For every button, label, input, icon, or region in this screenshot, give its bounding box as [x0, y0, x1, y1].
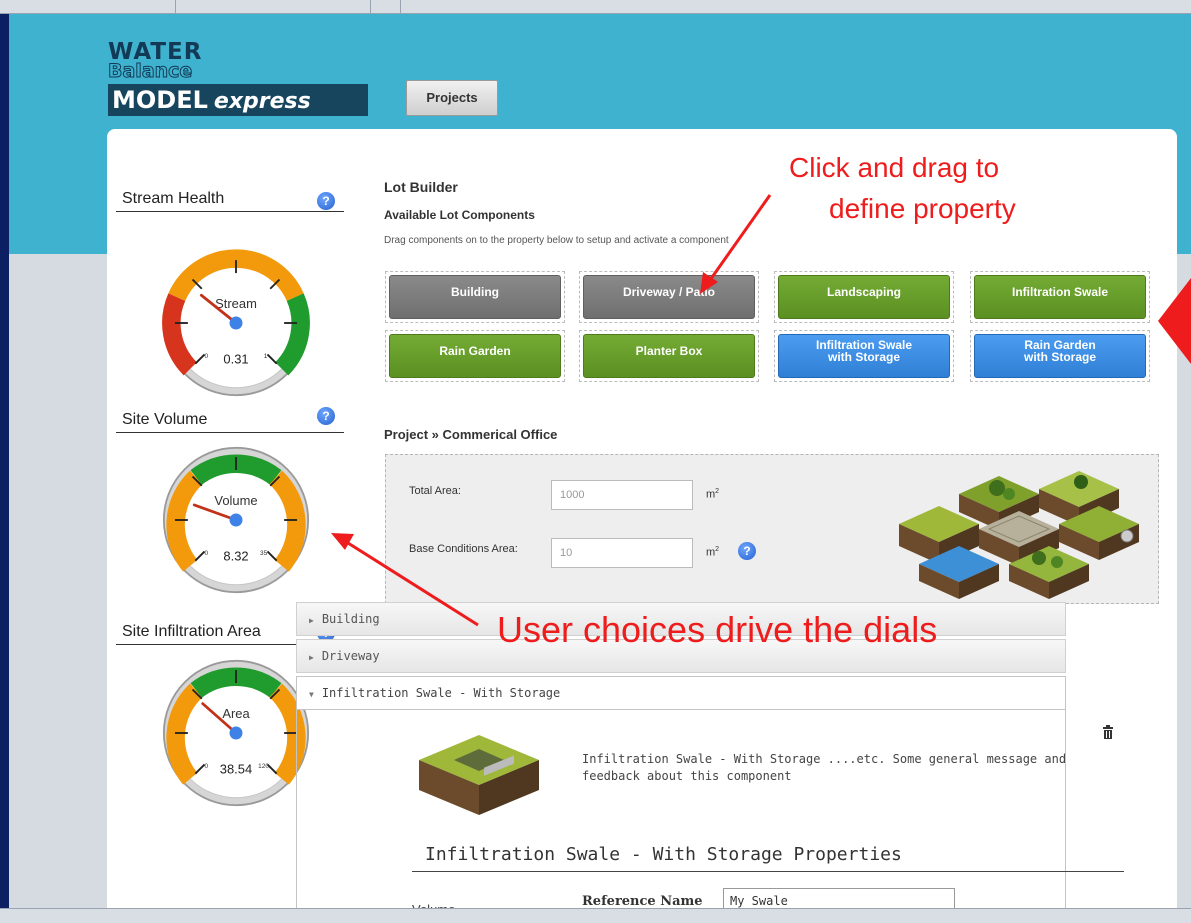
drag-arrow-line	[706, 194, 772, 284]
side-pointer-icon	[1158, 278, 1191, 364]
browser-status-bar	[0, 908, 1191, 923]
annotation-drag-line1: Click and drag to	[789, 152, 1000, 183]
drag-arrow-head	[700, 272, 718, 294]
dials-arrow-head	[331, 533, 354, 550]
dials-arrow-line	[347, 541, 479, 627]
annotation-overlay	[331, 194, 1191, 627]
annotation-dials: User choices drive the dials	[497, 609, 938, 650]
annotation-drag-line2: define property	[829, 193, 1016, 224]
